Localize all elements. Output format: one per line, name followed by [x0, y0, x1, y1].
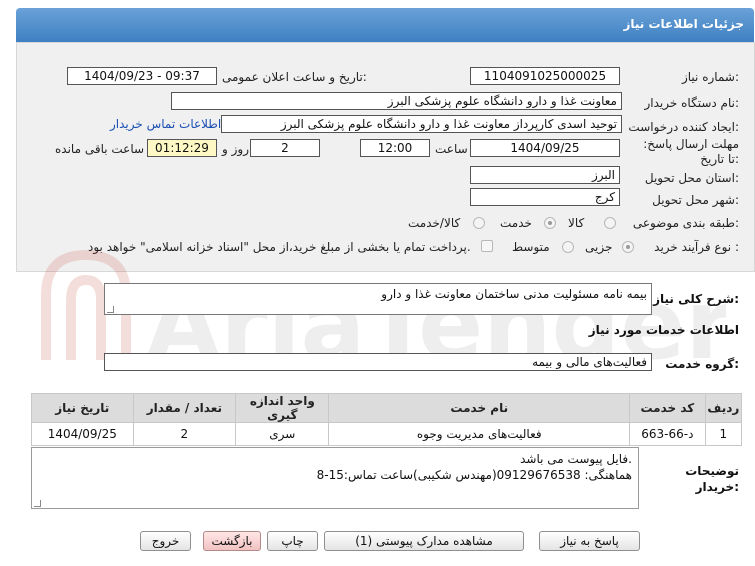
buyer-label: نام دستگاه خریدار:	[644, 96, 740, 110]
process-option-medium: متوسط	[512, 240, 550, 254]
cell-row: 1	[704, 422, 743, 446]
creator-field: توحید اسدی کارپرداز معاونت غذا و دارو دا…	[221, 115, 622, 133]
col-service-name: نام خدمت	[328, 393, 631, 423]
col-unit: واحد اندازه گیری	[235, 393, 330, 423]
city-field: کرج	[470, 188, 620, 206]
summary-field: بیمه نامه مسئولیت مدنی ساختمان معاونت غذ…	[104, 283, 652, 315]
days-label: روز و	[222, 142, 249, 156]
col-quantity: تعداد / مقدار	[132, 393, 237, 423]
deadline-time-field: 12:00	[360, 139, 430, 157]
notes-resize-handle-icon[interactable]	[34, 500, 41, 507]
print-button[interactable]: چاپ	[267, 531, 318, 551]
province-field: البرز	[470, 166, 620, 184]
province-label: استان محل تحویل:	[644, 171, 739, 185]
back-button[interactable]: بازگشت	[203, 531, 261, 551]
announce-field: 1404/09/23 - 09:37	[67, 67, 217, 85]
creator-label: ایجاد کننده درخواست:	[628, 120, 739, 134]
process-option-minor: جزیی	[585, 240, 613, 254]
deadline-label: مهلت ارسال پاسخ: تا تاریخ:	[643, 137, 739, 166]
exit-button[interactable]: خروج	[140, 531, 191, 551]
deadline-date-field: 1404/09/25	[470, 139, 620, 157]
reply-button[interactable]: پاسخ به نیاز	[539, 531, 640, 551]
service-group-field: فعالیت‌های مالی و بیمه	[104, 353, 652, 371]
notes-line-1: فایل پیوست می باشد.	[520, 452, 632, 466]
cell-service-code: د-66-663	[629, 422, 706, 446]
table-row: 1404/09/25 2 سری فعالیت‌های مدیریت وجوه …	[31, 422, 743, 446]
col-service-code: کد خدمت	[629, 393, 706, 423]
category-label: طبقه بندی موضوعی:	[632, 216, 739, 230]
process-radio-minor[interactable]	[622, 241, 634, 253]
buyer-contact-link[interactable]: اطلاعات تماس خریدار	[110, 117, 221, 131]
page-header: جزئیات اطلاعات نیاز	[16, 8, 754, 42]
category-radio-service[interactable]	[544, 217, 556, 229]
summary-label: شرح کلی نیاز:	[653, 292, 739, 306]
category-option-goods: کالا	[568, 216, 585, 230]
resize-handle-icon[interactable]	[107, 306, 114, 313]
deadline-time-label: ساعت	[435, 142, 468, 156]
notes-line-2: هماهنگی: 09129676538(مهندس شکیبی)ساعت تم…	[316, 468, 632, 482]
services-section-title: اطلاعات خدمات مورد نیاز	[588, 323, 739, 337]
category-option-goods-service: کالا/خدمت	[408, 216, 461, 230]
days-field: 2	[250, 139, 320, 157]
table-header-row: تاریخ نیاز تعداد / مقدار واحد اندازه گیر…	[31, 393, 743, 423]
need-number-label: شماره نیاز:	[681, 70, 739, 84]
remaining-time-field: 01:12:29	[147, 139, 217, 157]
services-table: تاریخ نیاز تعداد / مقدار واحد اندازه گیر…	[31, 393, 743, 446]
category-option-service: خدمت	[500, 216, 532, 230]
col-row: ردیف	[704, 393, 743, 423]
payment-note: پرداخت تمام یا بخشی از مبلغ خرید،از محل …	[88, 240, 471, 254]
need-number-field: 1104091025000025	[470, 67, 620, 85]
cell-service-name: فعالیت‌های مدیریت وجوه	[328, 422, 631, 446]
cell-unit: سری	[235, 422, 330, 446]
treasury-checkbox[interactable]	[481, 240, 493, 252]
process-label: نوع فرآیند خرید :	[654, 240, 739, 254]
buyer-field: معاونت غذا و دارو دانشگاه علوم پزشکی الب…	[171, 92, 622, 110]
col-need-date: تاریخ نیاز	[31, 393, 134, 423]
page-title: جزئیات اطلاعات نیاز	[623, 17, 744, 31]
view-attachments-button[interactable]: مشاهده مدارک پیوستی (1)	[324, 531, 524, 551]
announce-label: تاریخ و ساعت اعلان عمومی:	[222, 70, 367, 84]
notes-label: توضیحات خریدار:	[685, 464, 739, 494]
remaining-label: ساعت باقی مانده	[55, 142, 145, 156]
city-label: شهر محل تحویل:	[652, 193, 739, 207]
cell-need-date: 1404/09/25	[31, 422, 134, 446]
service-group-label: گروه خدمت:	[665, 357, 739, 371]
process-radio-medium[interactable]	[562, 241, 574, 253]
cell-quantity: 2	[132, 422, 237, 446]
category-radio-goods[interactable]	[604, 217, 616, 229]
buyer-notes-field: فایل پیوست می باشد. هماهنگی: 09129676538…	[31, 447, 639, 509]
category-radio-goods-service[interactable]	[473, 217, 485, 229]
